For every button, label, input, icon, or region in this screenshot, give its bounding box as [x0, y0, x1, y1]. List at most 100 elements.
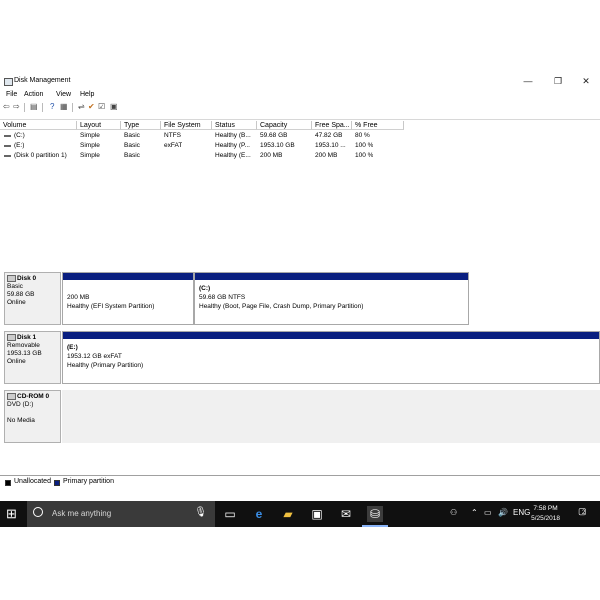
volume-status: Healthy (P... [215, 142, 250, 149]
volume-status: Healthy (E... [215, 152, 251, 159]
cd-rom-icon [7, 393, 16, 400]
minimize-button[interactable]: — [516, 74, 540, 88]
search-placeholder: Ask me anything [52, 509, 112, 518]
volume-type: Basic [124, 152, 140, 159]
menu-view[interactable]: View [56, 91, 71, 98]
volume-file-system: NTFS [164, 132, 181, 139]
cd-rom-0-info[interactable]: CD-ROM 0 DVD (D:) No Media [4, 390, 61, 443]
column-header-volume[interactable]: Volume [0, 121, 77, 130]
column-header-percent-free[interactable]: % Free [352, 121, 404, 130]
windows-start-icon[interactable]: ⊞ [6, 507, 20, 521]
show-hidden-icons-icon[interactable]: ⌃ [471, 508, 478, 517]
search-box[interactable]: Ask me anything 🎙 [27, 501, 215, 527]
volume-layout: Simple [80, 142, 100, 149]
legend-primary-partition: Primary partition [63, 478, 114, 485]
disk-name: CD-ROM 0 [17, 393, 50, 401]
microphone-icon[interactable]: 🎙 [194, 507, 207, 518]
properties-icon[interactable]: ▦ [60, 103, 68, 111]
disk-type: Removable [7, 342, 40, 350]
volume-capacity: 1953.10 GB [260, 142, 295, 149]
store-icon[interactable]: ▣ [309, 506, 325, 522]
toolbar: ⇦ ⇨ ▤ ? ▦ ⇌ ✔ ☑ ▣ [0, 102, 600, 113]
settings-icon[interactable]: ▣ [110, 103, 118, 111]
cortana-icon [33, 507, 43, 517]
disk-name: Disk 1 [17, 334, 37, 342]
help-icon[interactable]: ? [50, 103, 54, 111]
language-indicator[interactable]: ENG [513, 508, 530, 517]
removable-disk-icon [7, 334, 16, 341]
network-icon[interactable]: ▭ [484, 508, 492, 517]
volume-layout: Simple [80, 132, 100, 139]
hard-disk-icon [7, 275, 16, 282]
disk-type: DVD (D:) [7, 401, 34, 409]
edge-icon[interactable]: e [251, 506, 267, 522]
primary-partition-swatch [54, 480, 60, 486]
volume-percent-free: 80 % [355, 132, 370, 139]
volume-icon [4, 155, 11, 157]
partition-efi[interactable]: 200 MB Healthy (EFI System Partition) [62, 272, 194, 325]
check-icon[interactable]: ✔ [88, 103, 95, 111]
disk-name: Disk 0 [17, 275, 37, 283]
volume-free-space: 1953.10 ... [315, 142, 346, 149]
partition-status: Healthy (EFI System Partition) [67, 303, 155, 310]
volume-status: Healthy (B... [215, 132, 251, 139]
volume-type: Basic [124, 142, 140, 149]
volume-icon [4, 135, 11, 137]
task-view-icon[interactable]: ▭ [222, 506, 238, 522]
column-header-status[interactable]: Status [212, 121, 257, 130]
volume-file-system: exFAT [164, 142, 183, 149]
column-header-layout[interactable]: Layout [77, 121, 121, 130]
legend-unallocated: Unallocated [14, 478, 51, 485]
menu-action[interactable]: Action [24, 91, 43, 98]
partition-size: 1953.12 GB exFAT [67, 353, 122, 360]
disk-management-app-icon [4, 78, 13, 86]
volume-name: (Disk 0 partition 1) [14, 152, 67, 159]
clock-time: 7:58 PM [533, 505, 558, 512]
forward-icon[interactable]: ⇨ [13, 103, 20, 111]
back-icon[interactable]: ⇦ [3, 103, 10, 111]
cd-rom-media-area[interactable] [62, 390, 600, 443]
volume-row[interactable]: (C:) Simple Basic NTFS Healthy (B... 59.… [0, 131, 600, 141]
close-button[interactable]: ✕ [574, 74, 598, 88]
taskbar: ⊞ Ask me anything 🎙 ▭ e ▰ ▣ ✉ ⛁ ⚇ ⌃ ▭ 🔊 … [0, 501, 600, 527]
volume-row[interactable]: (Disk 0 partition 1) Simple Basic Health… [0, 151, 600, 161]
clock[interactable]: 7:58 PM 5/25/2018 [531, 504, 560, 524]
column-header-file-system[interactable]: File System [161, 121, 212, 130]
menu-file[interactable]: File [6, 91, 17, 98]
restore-button[interactable]: ❐ [546, 74, 570, 88]
partition-c[interactable]: (C:) 59.68 GB NTFS Healthy (Boot, Page F… [194, 272, 469, 325]
partition-label: (E:) [67, 344, 78, 351]
partition-label: (C:) [199, 285, 211, 292]
menu-bar: File Action View Help [0, 90, 600, 101]
volume-icon[interactable]: 🔊 [498, 508, 508, 517]
volume-percent-free: 100 % [355, 152, 374, 159]
volume-row[interactable]: (E:) Simple Basic exFAT Healthy (P... 19… [0, 141, 600, 151]
people-icon[interactable]: ⚇ [450, 508, 457, 517]
unallocated-swatch [5, 480, 11, 486]
menu-help[interactable]: Help [80, 91, 94, 98]
notification-count: 2 [582, 510, 586, 516]
file-explorer-icon[interactable]: ▰ [280, 506, 296, 522]
connect-icon[interactable]: ⇌ [78, 103, 85, 111]
volume-icon [4, 145, 11, 147]
volume-capacity: 59.68 GB [260, 132, 288, 139]
partition-size: 200 MB [67, 294, 90, 301]
list-view-icon[interactable]: ▤ [30, 103, 38, 111]
disk-1-info[interactable]: Disk 1 Removable 1953.13 GB Online [4, 331, 61, 384]
column-header-free-space[interactable]: Free Spa... [312, 121, 352, 130]
column-header-type[interactable]: Type [121, 121, 161, 130]
disk-management-window: Disk Management — ❐ ✕ File Action View H… [0, 72, 600, 500]
partition-status: Healthy (Primary Partition) [67, 362, 144, 369]
refresh-icon[interactable]: ☑ [98, 103, 105, 111]
partition-e[interactable]: (E:) 1953.12 GB exFAT Healthy (Primary P… [62, 331, 600, 384]
column-header-capacity[interactable]: Capacity [257, 121, 312, 130]
partition-status: Healthy (Boot, Page File, Crash Dump, Pr… [199, 303, 364, 310]
disk-0-info[interactable]: Disk 0 Basic 59.88 GB Online [4, 272, 61, 325]
disk-type: Basic [7, 283, 23, 291]
volume-list: Volume Layout Type File System Status Ca… [0, 119, 600, 268]
volume-free-space: 47.82 GB [315, 132, 343, 139]
mail-icon[interactable]: ✉ [338, 506, 354, 522]
window-title: Disk Management [14, 77, 71, 84]
partition-size: 59.68 GB NTFS [199, 294, 246, 301]
disk-management-icon[interactable]: ⛁ [367, 506, 383, 522]
